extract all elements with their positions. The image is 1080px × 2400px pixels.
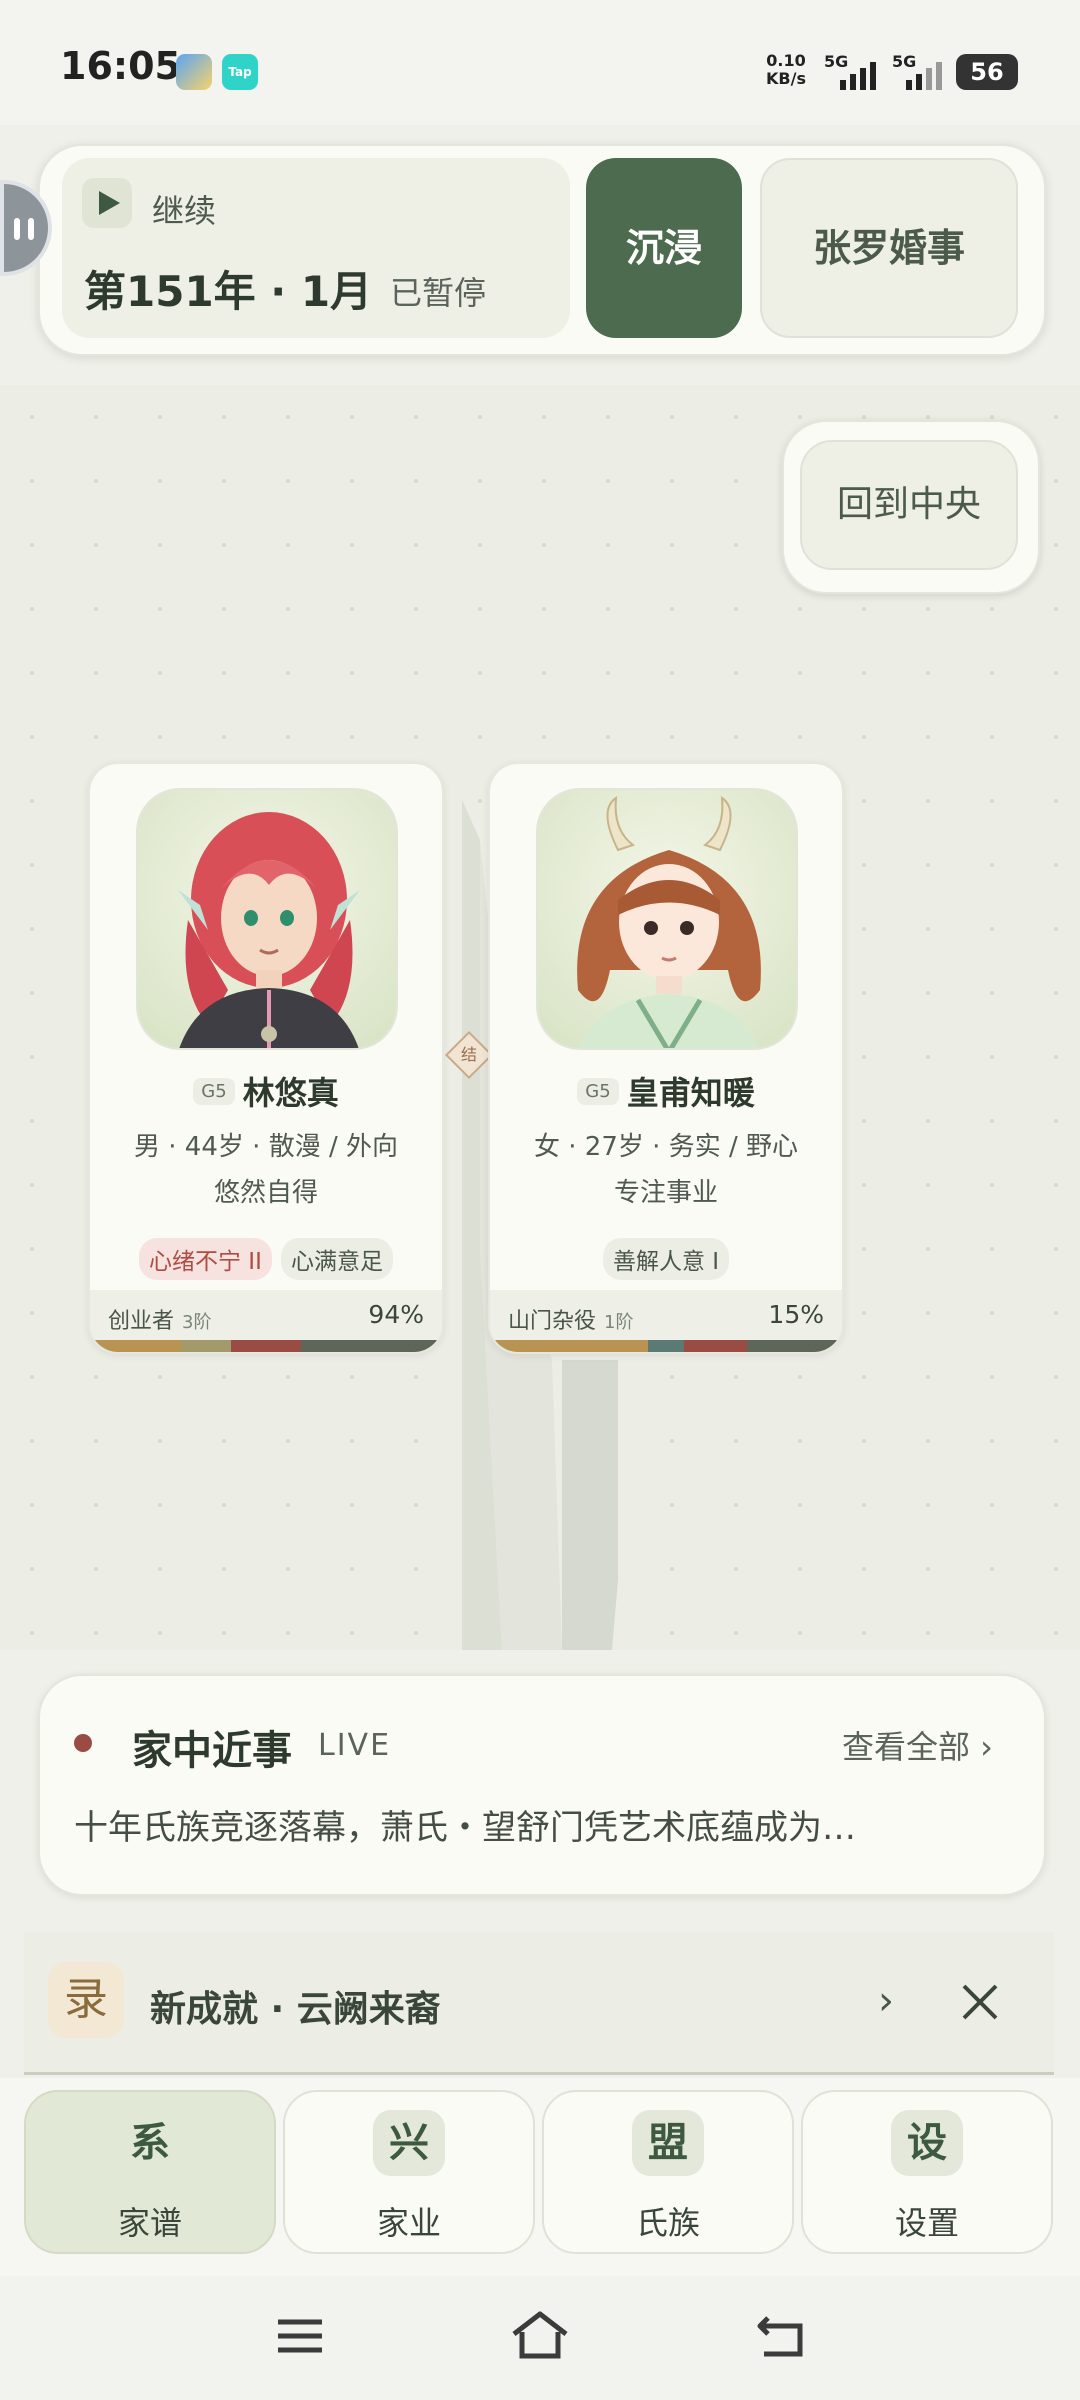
- member-card[interactable]: G5 皇甫知暖 女 · 27岁 · 务实 / 野心 专注事业 善解人意 I 山门杂…: [488, 762, 844, 1354]
- nav-clan[interactable]: 盟 氏族: [542, 2090, 794, 2254]
- genealogy-icon: 系: [130, 2120, 170, 2166]
- business-icon: 兴: [373, 2110, 445, 2176]
- job-title: 创业者: [108, 1309, 175, 1334]
- generation-badge: G5: [577, 1077, 619, 1105]
- status-time: 16:05: [60, 44, 181, 88]
- achievement-text: 新成就 · 云阙来裔: [150, 1989, 441, 2030]
- member-info: 男 · 44岁 · 散漫 / 外向: [134, 1132, 398, 1162]
- net-speed-unit: KB/s: [766, 69, 806, 88]
- play-button[interactable]: [82, 178, 132, 228]
- nav-genealogy[interactable]: 系 家谱: [24, 2090, 276, 2254]
- progress-bar: [490, 1340, 842, 1352]
- back-icon[interactable]: [754, 2312, 806, 2360]
- nav-family-business[interactable]: 兴 家业: [283, 2090, 535, 2254]
- trait-tag: 善解人意 I: [602, 1238, 730, 1280]
- job-level: 3阶: [182, 1312, 212, 1333]
- job-level: 1阶: [604, 1312, 634, 1333]
- member-mood: 悠然自得: [213, 1178, 318, 1208]
- avatar: [178, 812, 360, 1048]
- member-name-line: G5 皇甫知暖: [490, 1068, 842, 1114]
- view-all-link[interactable]: 查看全部 ›: [842, 1722, 993, 1768]
- progress-bar: [90, 1340, 442, 1352]
- net-speed-value: 0.10: [766, 51, 806, 70]
- job-row: 山门杂役 1阶 15%: [490, 1290, 842, 1344]
- signal-icon: [840, 60, 876, 90]
- nav-label: 设置: [894, 2204, 959, 2242]
- continue-label: 继续: [152, 192, 217, 230]
- member-name: 林悠真: [242, 1074, 339, 1112]
- generation-badge: G5: [193, 1077, 235, 1105]
- trait-tag: 心满意足: [280, 1238, 393, 1280]
- trait-tags: 心绪不宁 II 心满意足: [90, 1238, 442, 1280]
- menu-icon[interactable]: [276, 2316, 324, 2356]
- job-row: 创业者 3阶 94%: [90, 1290, 442, 1344]
- home-icon[interactable]: [510, 2310, 570, 2360]
- settings-icon: 设: [891, 2110, 963, 2176]
- news-live-badge: LIVE: [318, 1728, 392, 1763]
- member-info: 女 · 27岁 · 务实 / 野心: [534, 1132, 798, 1162]
- member-portrait: [136, 788, 398, 1050]
- member-name: 皇甫知暖: [626, 1074, 755, 1112]
- achievement-record-icon: 录: [48, 1962, 124, 2038]
- arrange-marriage-button[interactable]: 张罗婚事: [760, 158, 1018, 338]
- trait-tag: 心绪不宁 II: [139, 1238, 272, 1280]
- app-icon-blue: [176, 54, 212, 90]
- battery-icon: 56: [956, 54, 1018, 90]
- nav-label: 家谱: [117, 2204, 182, 2242]
- job-progress: 15%: [768, 1300, 824, 1329]
- net-speed: 0.10 KB/s: [760, 52, 812, 88]
- close-icon[interactable]: [960, 1982, 1000, 2022]
- family-news-card[interactable]: [38, 1674, 1046, 1896]
- trait-tags: 善解人意 I: [490, 1238, 842, 1280]
- member-portrait: [536, 788, 798, 1050]
- paused-status: 已暂停: [390, 274, 487, 312]
- return-to-center-button[interactable]: 回到中央: [800, 440, 1018, 570]
- member-mood: 专注事业: [613, 1178, 718, 1208]
- play-icon: [99, 191, 120, 215]
- nav-settings[interactable]: 设 设置: [801, 2090, 1053, 2254]
- nav-label: 氏族: [635, 2204, 700, 2242]
- chevron-right-icon[interactable]: ›: [878, 1978, 894, 2024]
- year-month-label: 第151年 · 1月: [84, 267, 373, 316]
- member-card[interactable]: G5 林悠真 男 · 44岁 · 散漫 / 外向 悠然自得 心绪不宁 II 心满意…: [88, 762, 444, 1354]
- job-progress: 94%: [368, 1300, 424, 1329]
- job-title: 山门杂役: [508, 1309, 597, 1334]
- news-text: 十年氏族竞逐落幕，萧氏・望舒门凭艺术底蕴成为…: [74, 1808, 856, 1848]
- live-dot-icon: [74, 1734, 92, 1752]
- immerse-button[interactable]: 沉浸: [586, 158, 742, 338]
- signal-icon-2: [906, 60, 942, 90]
- member-name-line: G5 林悠真: [90, 1068, 442, 1114]
- taptap-icon: Tap: [222, 54, 258, 90]
- avatar: [577, 796, 761, 1048]
- marriage-knot-char: 结: [460, 1044, 478, 1064]
- nav-label: 家业: [376, 2204, 441, 2242]
- news-title: 家中近事: [132, 1728, 292, 1774]
- clan-icon: 盟: [632, 2110, 704, 2176]
